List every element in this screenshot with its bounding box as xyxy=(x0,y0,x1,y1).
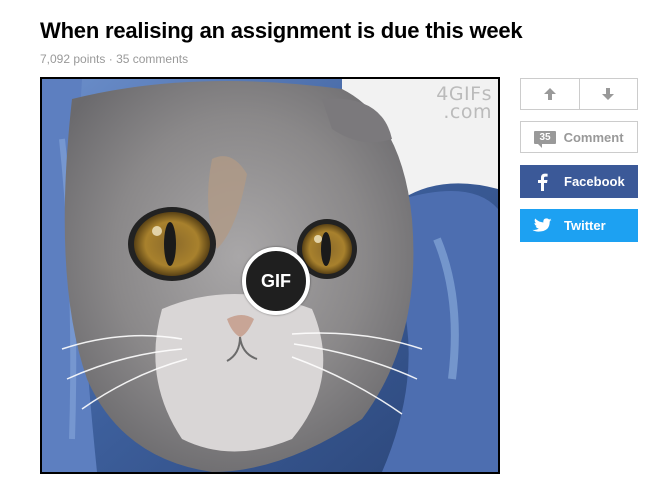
arrow-down-icon xyxy=(602,88,615,100)
points-link[interactable]: 7,092 points xyxy=(40,52,105,66)
post-meta: 7,092 points · 35 comments xyxy=(40,52,188,66)
watermark: 4GIFs .com xyxy=(436,85,492,123)
comment-label: Comment xyxy=(563,129,624,145)
comment-button[interactable]: 35 Comment xyxy=(520,121,638,153)
facebook-icon xyxy=(520,173,564,191)
post-container: When realising an assignment is due this… xyxy=(0,0,659,493)
twitter-share-button[interactable]: Twitter xyxy=(520,209,638,242)
downvote-button[interactable] xyxy=(579,78,638,110)
comment-count-badge: 35 xyxy=(534,130,556,148)
arrow-up-icon xyxy=(543,88,556,100)
gif-media[interactable]: 4GIFs .com GIF xyxy=(40,77,500,474)
facebook-label: Facebook xyxy=(564,174,625,189)
twitter-label: Twitter xyxy=(564,218,606,233)
comments-link[interactable]: 35 comments xyxy=(116,52,188,66)
facebook-share-button[interactable]: Facebook xyxy=(520,165,638,198)
vote-group xyxy=(520,78,638,110)
upvote-button[interactable] xyxy=(520,78,580,110)
meta-separator: · xyxy=(105,52,117,66)
post-title[interactable]: When realising an assignment is due this… xyxy=(40,18,523,44)
gif-play-button[interactable]: GIF xyxy=(242,247,310,315)
watermark-line2: .com xyxy=(443,101,492,123)
twitter-icon xyxy=(520,217,564,234)
